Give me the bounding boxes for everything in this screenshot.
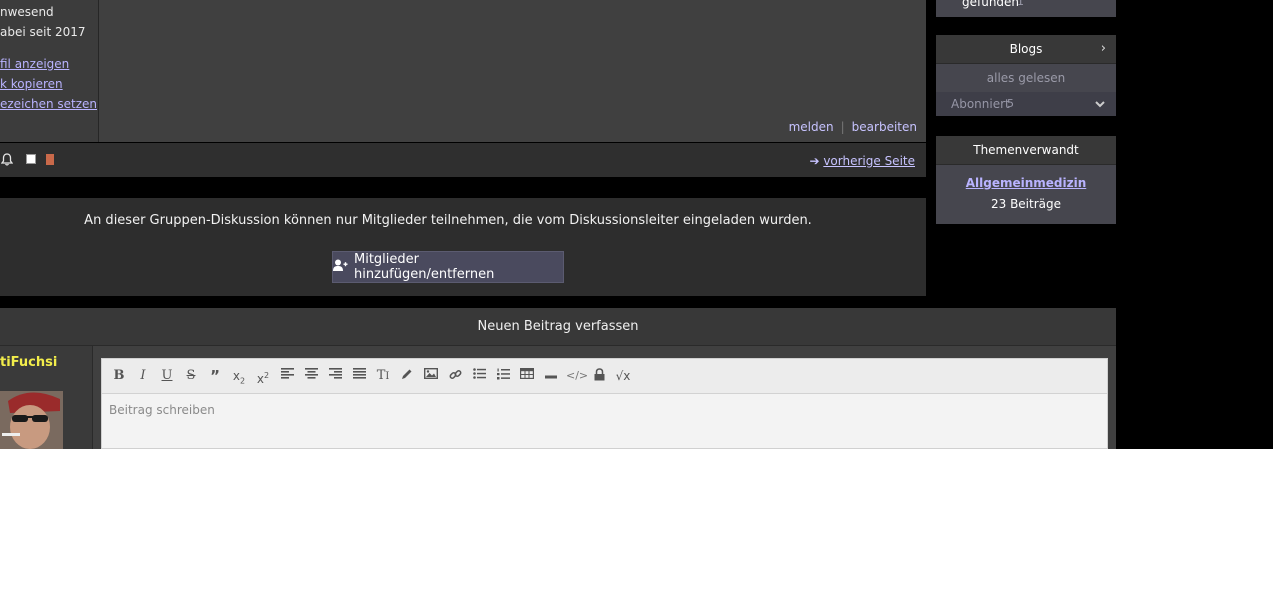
author-username[interactable]: tiFuchsi — [0, 355, 57, 370]
post-footer: ➔ vorherige Seite — [0, 143, 926, 177]
align-left-icon[interactable] — [278, 368, 296, 384]
bookmark-link[interactable]: ezeichen setzen — [0, 97, 97, 111]
blogs-header[interactable]: Blogs › — [936, 35, 1116, 64]
manage-members-button[interactable]: Mitglieder hinzufügen/entfernen — [332, 251, 564, 283]
quote-icon[interactable]: ” — [206, 368, 224, 384]
align-justify-icon[interactable] — [350, 368, 368, 384]
separator: | — [840, 120, 845, 134]
bullet-list-icon[interactable] — [470, 368, 488, 384]
arrow-left-icon: ➔ — [809, 154, 820, 168]
select-checkbox[interactable] — [26, 154, 36, 164]
related-title: Themenverwandt — [936, 136, 1116, 165]
new-post-header: Neuen Beitrag verfassen — [0, 308, 1116, 346]
previous-page-label: vorherige Seite — [823, 154, 915, 168]
numbered-list-icon[interactable] — [494, 368, 512, 384]
profile-link[interactable]: fil anzeigen — [0, 57, 69, 71]
editor-toolbar: B I U S ” x2 x2 TI </> √x — [102, 359, 1107, 394]
underline-icon[interactable]: U — [158, 368, 176, 384]
avatar[interactable] — [0, 391, 63, 449]
report-link[interactable]: melden — [789, 120, 834, 134]
chevron-down-icon — [1095, 92, 1105, 116]
chevron-right-icon: › — [1100, 41, 1106, 56]
bookmark-flag-icon[interactable] — [46, 154, 54, 165]
blogs-widget: Blogs › alles gelesen Abonniert 5 — [936, 35, 1116, 116]
screenshot-area: nwesend abei seit 2017 fil anzeigen k ko… — [0, 0, 1273, 449]
link-icon[interactable] — [446, 368, 464, 384]
subscribed-label: Abonniert — [951, 97, 1010, 111]
code-icon[interactable]: </> — [566, 368, 588, 384]
align-right-icon[interactable] — [326, 368, 344, 384]
italic-icon[interactable]: I — [134, 368, 152, 384]
add-user-icon — [333, 259, 348, 275]
post-author-panel: nwesend abei seit 2017 fil anzeigen k ko… — [0, 0, 99, 142]
superscript-icon[interactable]: x2 — [254, 368, 272, 386]
formula-icon[interactable]: √x — [614, 368, 632, 384]
horizontal-rule-icon[interactable] — [542, 368, 560, 384]
blogs-title: Blogs — [1009, 42, 1043, 56]
post-input[interactable]: Beitrag schreiben — [109, 403, 215, 417]
previous-page-link[interactable]: ➔ vorherige Seite — [809, 154, 915, 168]
sidebar-top-item[interactable]: gefunden 1 — [936, 0, 1116, 17]
subscribed-count: 5 — [1007, 97, 1014, 110]
align-center-icon[interactable] — [302, 368, 320, 384]
strikethrough-icon[interactable]: S — [182, 368, 200, 384]
table-icon[interactable] — [518, 368, 536, 384]
subscribed-dropdown[interactable]: Abonniert 5 — [936, 92, 1116, 116]
copy-link[interactable]: k kopieren — [0, 77, 63, 91]
text-size-icon[interactable]: TI — [374, 368, 392, 384]
post-body: melden | bearbeiten — [99, 0, 926, 142]
related-post-count: 23 Beiträge — [990, 197, 1062, 211]
found-label: gefunden — [962, 0, 1020, 9]
notice-text: An dieser Gruppen-Diskussion können nur … — [84, 213, 812, 228]
lock-icon[interactable] — [590, 368, 608, 384]
pen-icon[interactable] — [398, 368, 416, 384]
post-actions: melden | bearbeiten — [789, 120, 917, 134]
bell-icon[interactable] — [0, 153, 14, 169]
author-status: nwesend — [0, 5, 54, 19]
related-widget: Themenverwandt Allgemeinmedizin 23 Beitr… — [936, 136, 1116, 224]
related-topic-link[interactable]: Allgemeinmedizin — [936, 176, 1116, 190]
manage-members-label: Mitglieder hinzufügen/entfernen — [354, 252, 495, 282]
edit-link[interactable]: bearbeiten — [852, 120, 917, 134]
bold-icon[interactable]: B — [110, 368, 128, 384]
author-member-since: abei seit 2017 — [0, 25, 86, 39]
image-icon[interactable] — [422, 367, 440, 384]
subscript-icon[interactable]: x2 — [230, 368, 248, 385]
found-count: 1 — [1017, 0, 1024, 8]
mark-all-read[interactable]: alles gelesen — [936, 64, 1116, 92]
post-editor: B I U S ” x2 x2 TI </> √x Beitrag schrei… — [101, 358, 1108, 449]
